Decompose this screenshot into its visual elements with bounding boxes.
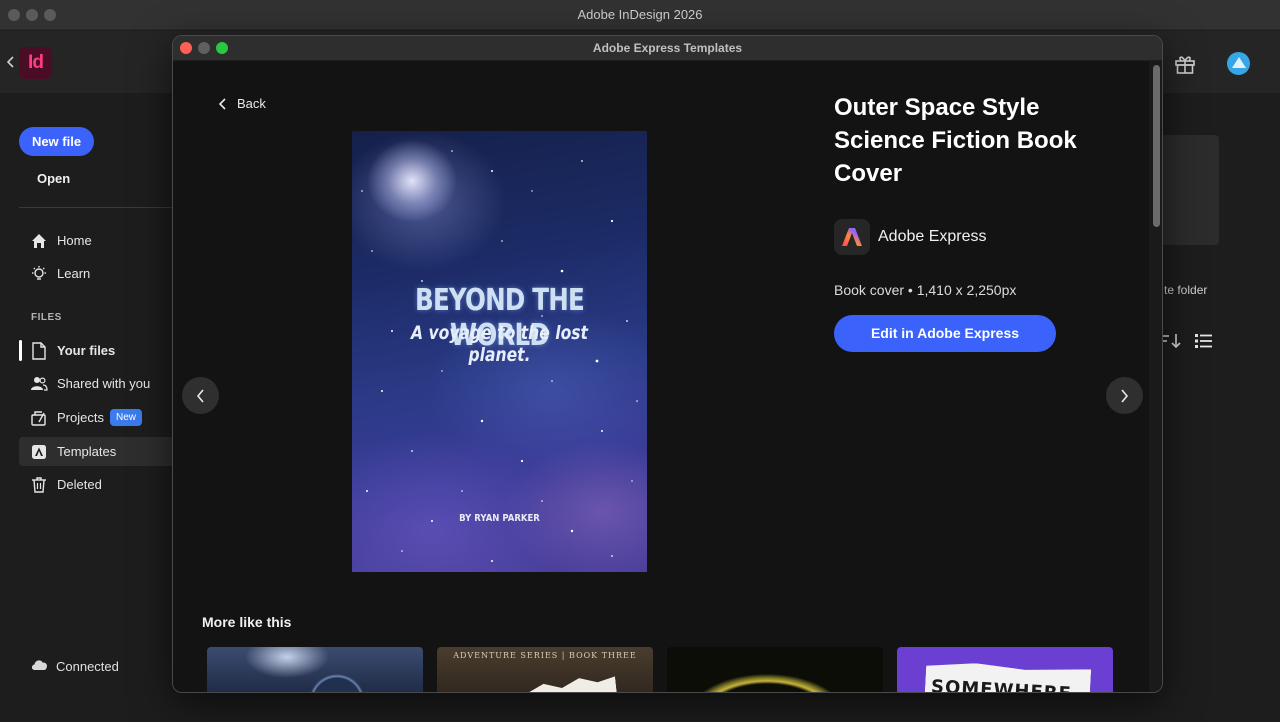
chevron-left-icon xyxy=(196,388,204,403)
chevron-left-icon xyxy=(219,97,226,110)
trash-icon xyxy=(29,475,49,495)
sidebar-item-label: Templates xyxy=(57,444,117,459)
related-template-thumbnail[interactable] xyxy=(207,647,423,692)
sidebar-item-label: Shared with you xyxy=(57,376,151,391)
back-button[interactable]: Back xyxy=(219,96,266,111)
users-icon xyxy=(29,374,49,394)
background-card xyxy=(1160,135,1219,245)
sidebar-item-label: Projects xyxy=(57,410,104,425)
templates-modal: Adobe Express Templates Back BEYOND THE … xyxy=(172,35,1163,693)
related-template-thumbnail[interactable] xyxy=(667,647,883,692)
sidebar-item-label: Learn xyxy=(57,266,91,281)
related-template-thumbnail[interactable]: SOMEWHERE xyxy=(897,647,1113,692)
create-folder-button[interactable]: te folder xyxy=(1164,283,1207,297)
cover-subtitle: A voyage to the lost planet. xyxy=(410,322,589,366)
sidebar-divider xyxy=(19,207,172,208)
files-section-header: FILES xyxy=(31,312,62,323)
scrollbar-thumb[interactable] xyxy=(1153,65,1160,227)
modal-body: Back BEYOND THE WORLD A voyage to the lo… xyxy=(173,61,1149,693)
sidebar-item-learn[interactable]: Learn xyxy=(19,259,172,288)
template-title: Outer Space Style Science Fiction Book C… xyxy=(834,94,1077,187)
list-view-icon[interactable] xyxy=(1195,333,1212,349)
indesign-logo[interactable]: Id xyxy=(19,47,52,79)
new-badge: New xyxy=(109,409,142,426)
connection-status-label: Connected xyxy=(56,658,119,674)
projects-icon xyxy=(29,408,49,428)
sidebar-item-label: Home xyxy=(57,233,92,248)
user-avatar[interactable] xyxy=(1227,52,1250,75)
sidebar-item-deleted[interactable]: Deleted xyxy=(19,470,172,499)
previous-template-button[interactable] xyxy=(182,377,219,414)
sort-icon[interactable] xyxy=(1160,332,1182,350)
brand-name: Adobe Express xyxy=(878,228,987,245)
lightbulb-icon xyxy=(29,264,49,284)
sidebar-item-templates[interactable]: Templates xyxy=(19,437,172,466)
sidebar-item-label: Your files xyxy=(57,343,116,358)
app-window-title: Adobe InDesign 2026 xyxy=(577,7,703,22)
app-titlebar: Adobe InDesign 2026 xyxy=(0,0,1280,30)
template-preview-image: BEYOND THE WORLD A voyage to the lost pl… xyxy=(352,131,647,572)
cover-author: BY RYAN PARKER xyxy=(459,513,540,524)
thumbnail-decoration xyxy=(525,672,619,693)
new-file-button[interactable]: New file xyxy=(19,127,94,156)
sidebar-item-shared-with-you[interactable]: Shared with you xyxy=(19,369,172,398)
related-template-thumbnail[interactable]: ADVENTURE SERIES | BOOK THREE xyxy=(437,647,653,693)
thumbnail-text: ADVENTURE SERIES | BOOK THREE xyxy=(453,651,637,660)
sidebar: New file Open Home Learn FILES Your file… xyxy=(0,93,172,722)
edit-in-adobe-express-button[interactable]: Edit in Adobe Express xyxy=(834,315,1056,352)
sidebar-item-label: Deleted xyxy=(57,477,102,492)
templates-icon xyxy=(29,442,49,462)
modal-scrollbar[interactable] xyxy=(1149,61,1162,692)
modal-title: Adobe Express Templates xyxy=(592,41,743,55)
open-button[interactable]: Open xyxy=(37,171,70,186)
more-like-this-heading: More like this xyxy=(202,614,292,630)
modal-titlebar: Adobe Express Templates xyxy=(173,36,1162,61)
adobe-express-logo-icon xyxy=(834,219,870,255)
next-template-button[interactable] xyxy=(1106,377,1143,414)
template-meta: Book cover • 1,410 x 2,250px xyxy=(834,282,1017,298)
chevron-left-icon[interactable] xyxy=(6,55,16,69)
home-icon xyxy=(29,231,49,251)
cloud-icon xyxy=(30,658,49,674)
chevron-right-icon xyxy=(1121,388,1129,403)
sidebar-item-your-files[interactable]: Your files xyxy=(19,336,172,365)
gift-icon[interactable] xyxy=(1173,52,1197,76)
sidebar-item-projects[interactable]: Projects New xyxy=(19,403,172,432)
connection-status: Connected xyxy=(30,658,119,674)
file-icon xyxy=(29,341,49,361)
sidebar-item-home[interactable]: Home xyxy=(19,226,172,255)
template-brand: Adobe Express xyxy=(834,219,987,255)
back-label: Back xyxy=(237,96,266,111)
